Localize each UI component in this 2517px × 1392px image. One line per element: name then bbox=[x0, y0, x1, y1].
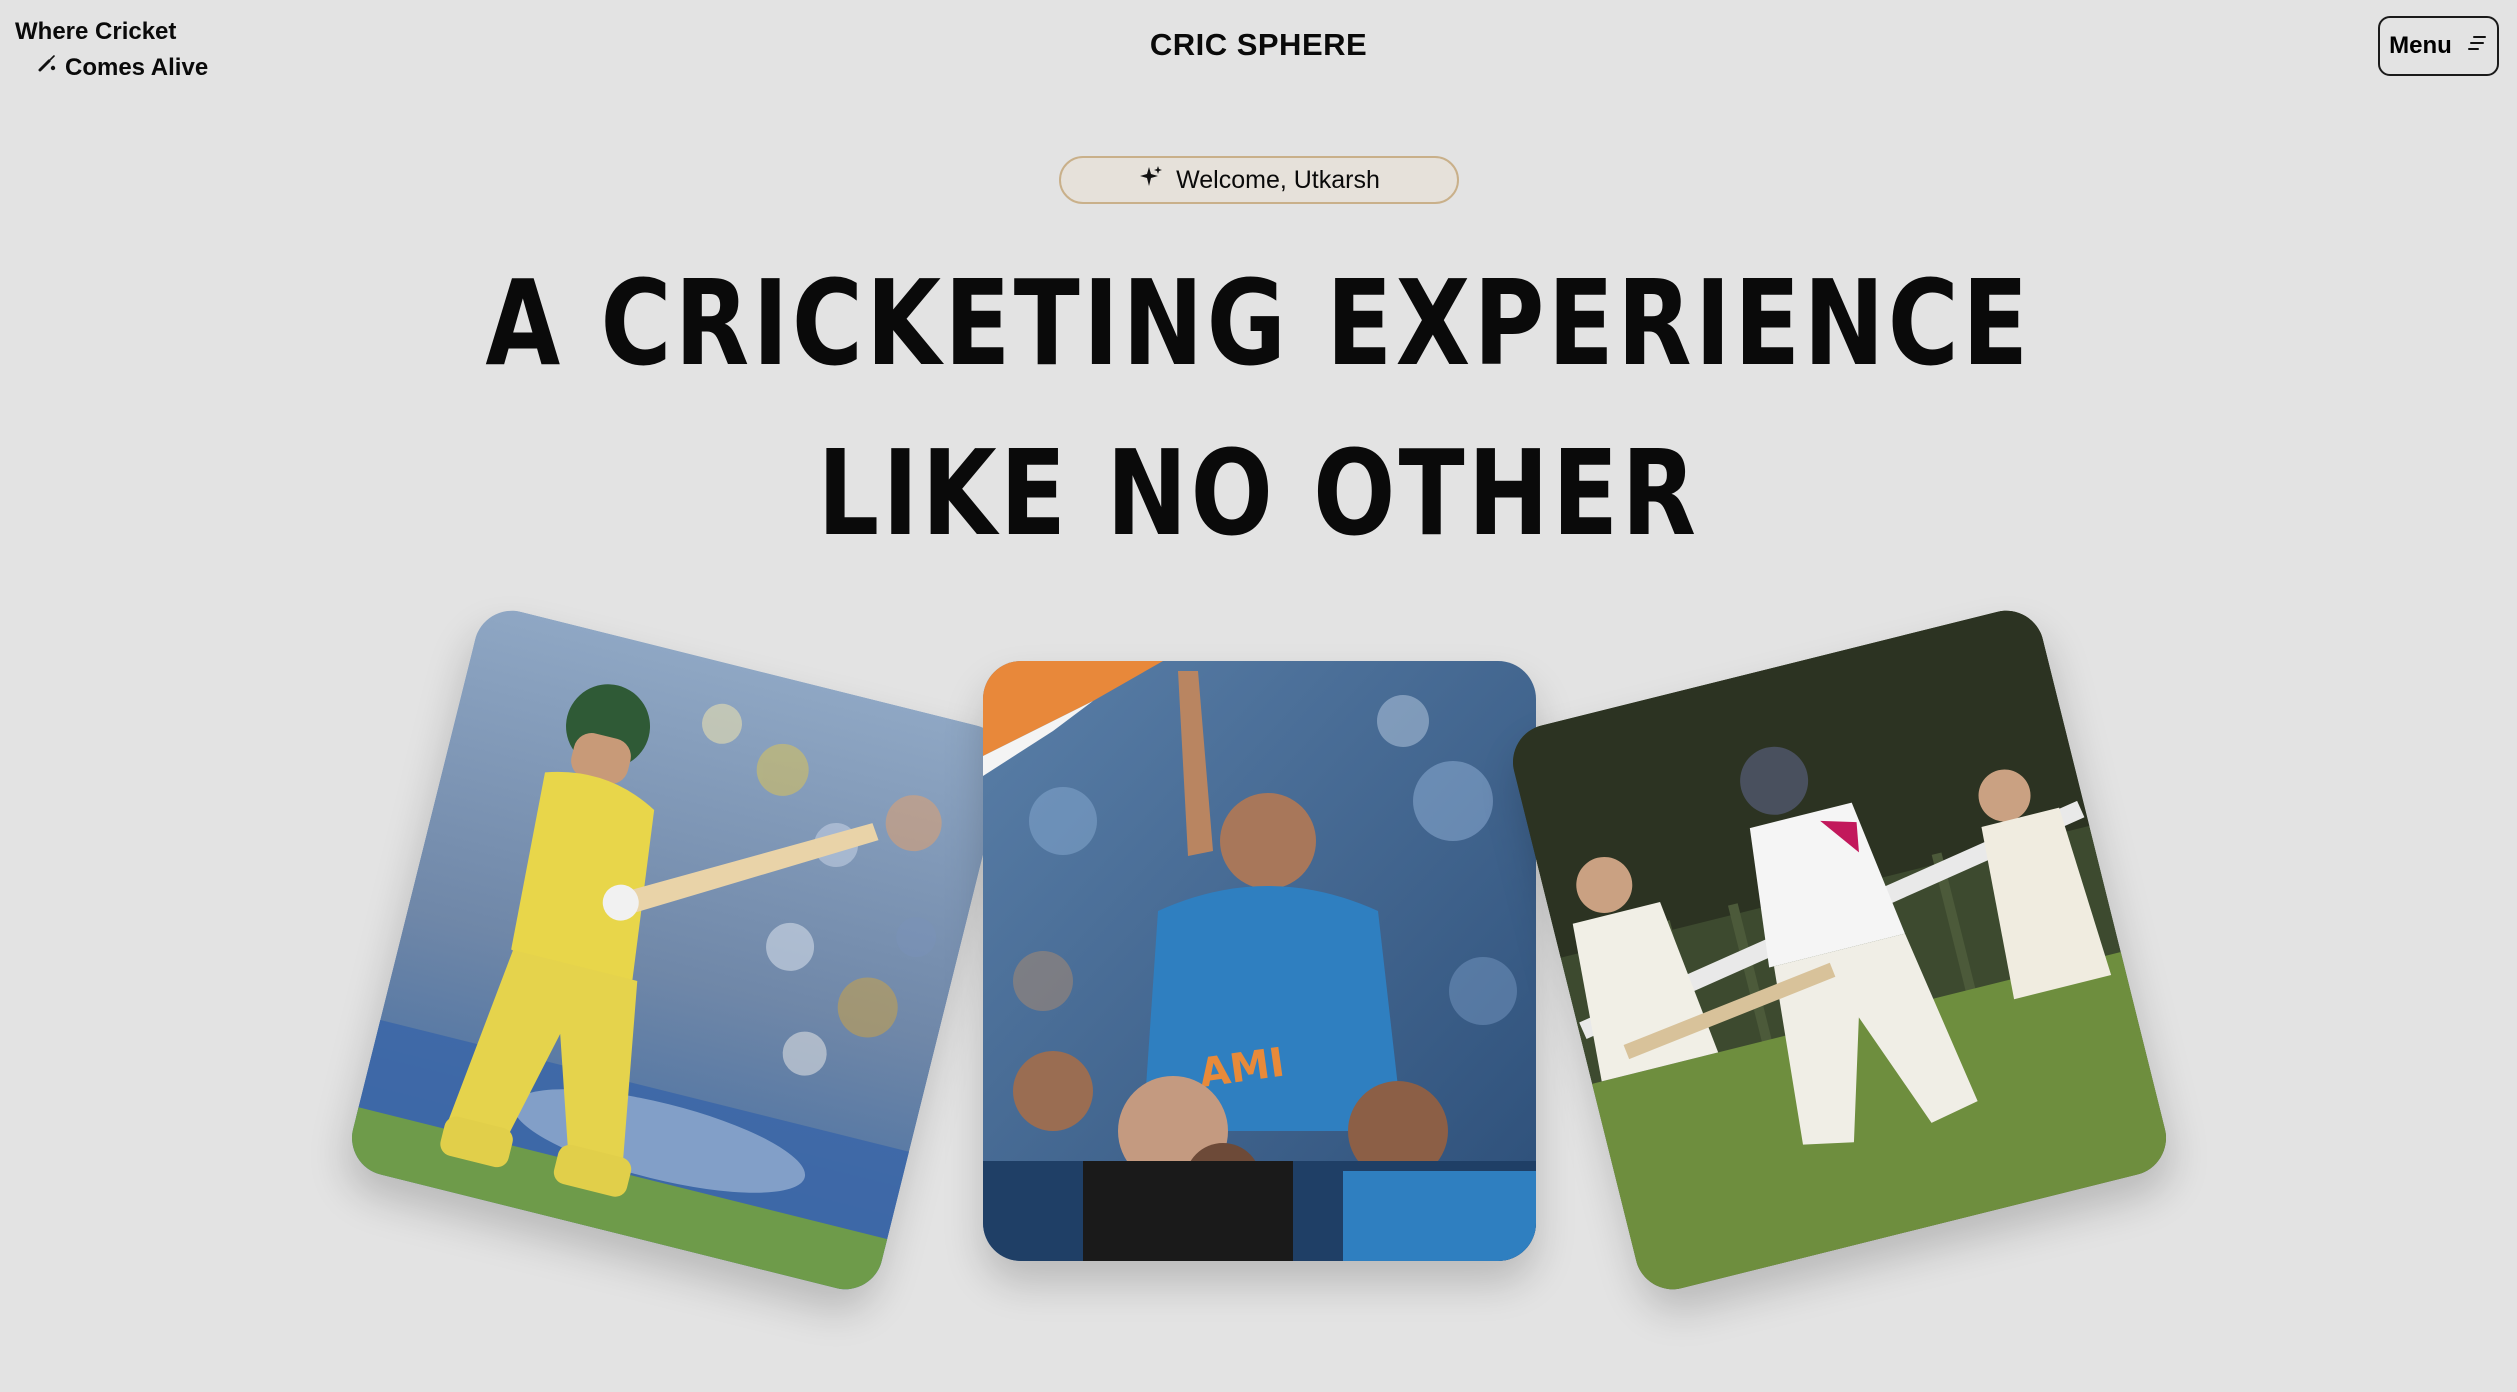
celebration-blue-kit-photo[interactable]: AMI bbox=[983, 661, 1536, 1261]
village-cricket-image bbox=[1504, 602, 2175, 1298]
hero-line-1: A CRICKETING EXPERIENCE bbox=[485, 254, 2032, 392]
batsman-yellow-kit-image bbox=[343, 602, 1014, 1298]
menu-button[interactable]: Menu bbox=[2378, 16, 2499, 76]
hero-line-2: LIKE NO OTHER bbox=[817, 424, 1700, 562]
page: Where Cricket Comes Alive CRIC SPHERE Me… bbox=[0, 0, 2517, 1392]
hero-headline: A CRICKETING EXPERIENCE LIKE NO OTHER bbox=[226, 238, 2290, 578]
menu-lines-icon bbox=[2466, 32, 2488, 61]
celebration-blue-kit-image: AMI bbox=[983, 661, 1536, 1261]
welcome-badge: Welcome, Utkarsh bbox=[1059, 156, 1459, 204]
menu-label: Menu bbox=[2389, 32, 2452, 59]
sparkle-icon bbox=[1138, 164, 1164, 197]
brand-title[interactable]: CRIC SPHERE bbox=[0, 27, 2517, 63]
welcome-text: Welcome, Utkarsh bbox=[1176, 165, 1380, 194]
batsman-yellow-kit-photo[interactable] bbox=[343, 602, 1014, 1298]
village-cricket-photo[interactable] bbox=[1504, 602, 2175, 1298]
